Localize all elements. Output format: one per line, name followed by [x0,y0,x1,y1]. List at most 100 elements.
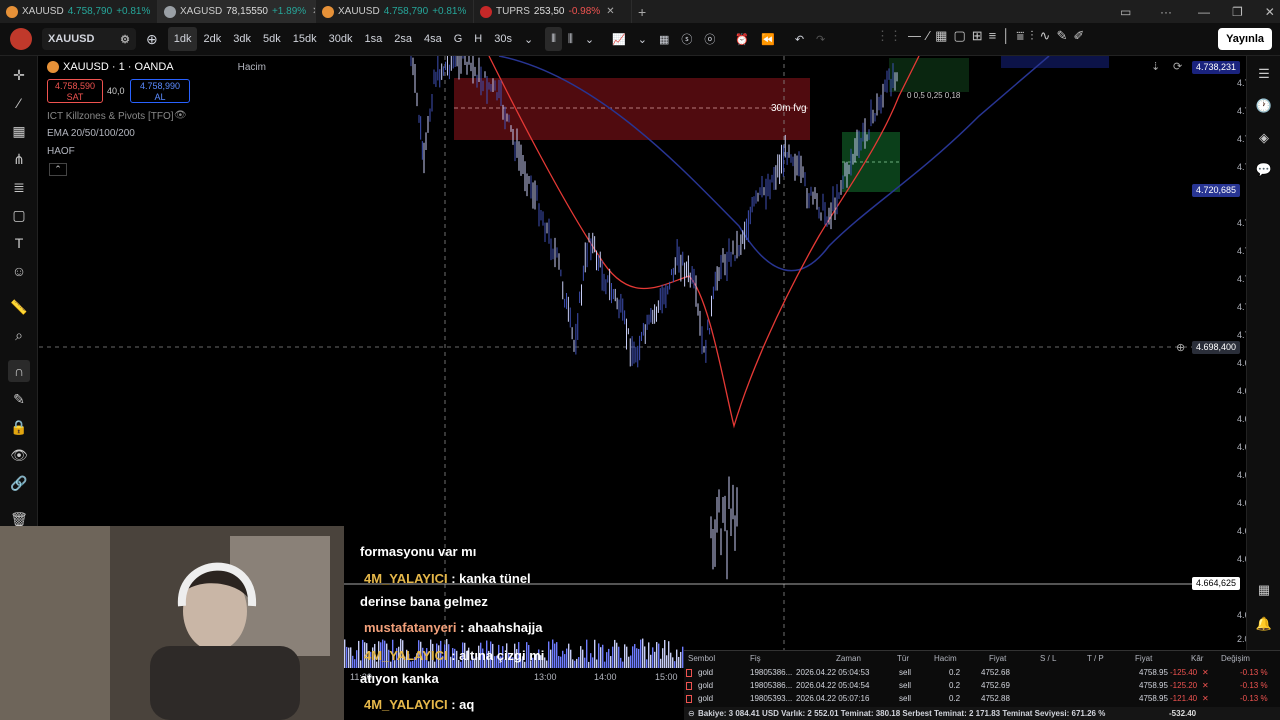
drag-handle-icon[interactable]: ⋮⋮ [876,28,902,44]
grid-icon[interactable]: ▦ [935,28,947,44]
undo-icon[interactable]: ↶ [789,27,810,51]
col-time[interactable]: Zaman [836,654,861,663]
interval-2dk[interactable]: 2dk [197,27,227,51]
lines-icon[interactable]: ≡ [989,28,997,44]
network-icon[interactable]: ⋔ [8,148,30,170]
refresh-icon[interactable]: ⟳ [1173,60,1182,73]
text-icon[interactable]: T [8,232,30,254]
calendar-icon[interactable]: ▦ [1255,582,1273,600]
indicator-ict[interactable]: ICT Killzones & Pivots [TFO] [47,111,174,122]
chart-title[interactable]: XAUUSD · 1 · OANDA [63,61,174,73]
brush-icon[interactable]: ✎ [1056,28,1067,44]
interval-g[interactable]: G [448,27,469,51]
maximize-icon[interactable]: ❐ [1232,5,1243,19]
close-position-icon[interactable]: ✕ [1202,694,1209,703]
interval-30dk[interactable]: 30dk [323,27,359,51]
candle-type-icon[interactable]: ⫴ [545,27,562,51]
layout-icon[interactable]: ▭ [1120,5,1140,19]
grid-icon[interactable]: ▦ [8,120,30,142]
fib-icon[interactable]: ≣ [8,176,30,198]
browser-tab[interactable]: XAUUSD 4.758,790 +0.81% ✕ [316,0,474,23]
more-icon[interactable]: ··· [1160,5,1172,19]
col-ticket[interactable]: Fiş [750,654,761,663]
emoji-icon[interactable]: ☺ [8,260,30,282]
chevron-down-icon[interactable]: ⌄ [579,27,600,51]
minimize-icon[interactable]: — [1198,5,1210,19]
col-tp[interactable]: T / P [1087,654,1104,663]
trend-line-icon[interactable]: ⁄ [8,92,30,114]
col-volume[interactable]: Hacim [934,654,957,663]
pitchfork-icon[interactable]: ⫶ [1030,28,1033,44]
download-icon[interactable]: ⇣ [1151,60,1160,73]
layers-icon[interactable]: ◈ [1255,130,1273,148]
interval-1dk[interactable]: 1dk [167,27,198,51]
col-price[interactable]: Fiyat [989,654,1006,663]
interval-5dk[interactable]: 5dk [257,27,287,51]
publish-button[interactable]: Yayınla [1218,28,1272,50]
interval-2sa[interactable]: 2sa [388,27,418,51]
o-icon[interactable]: ⓞ [698,27,721,51]
interval-4sa[interactable]: 4sa [418,27,448,51]
layout-grid-icon[interactable]: ▦ [653,27,675,51]
pen-icon[interactable]: ✐ [1073,28,1084,44]
interval-30s[interactable]: 30s [488,27,518,51]
collapse-legend-button[interactable]: ⌃ [49,163,67,176]
lock-icon[interactable]: 🔒 [8,416,30,438]
parallel-channel-icon[interactable]: ⩸ [1016,28,1024,44]
rectangle-icon[interactable]: ▢ [953,28,965,44]
zoom-icon[interactable]: ⌕ [8,324,30,346]
alert-icon[interactable]: ⏰ [729,27,755,51]
position-row[interactable]: gold 19805393... 2026.04.22 05:07:16 sel… [684,692,1280,705]
chat-icon[interactable]: 💬 [1255,162,1273,180]
browser-tab[interactable]: XAGUSD 78,15550 +1.89% ✕ [158,0,316,23]
close-icon[interactable]: ✕ [606,6,614,17]
col-current[interactable]: Fiyat [1135,654,1152,663]
symbol-search[interactable]: XAUUSD ⚙ [42,28,136,50]
replay-icon[interactable]: ⏪ [755,27,781,51]
interval-1sa[interactable]: 1sa [358,27,388,51]
avatar[interactable] [10,28,32,50]
buy-button[interactable]: 4.758,990 AL [130,79,190,103]
settings-icon[interactable]: ⚙ [120,33,130,46]
col-symbol[interactable]: Sembol [688,654,715,663]
magnet-icon[interactable]: ∩ [8,360,30,382]
crosshair-icon[interactable]: ✛ [8,64,30,86]
close-position-icon[interactable]: ✕ [1202,681,1209,690]
indicator-ema[interactable]: EMA 20/50/100/200 [47,128,135,139]
ruler-icon[interactable]: 📏 [8,296,30,318]
browser-tab[interactable]: XAUUSD 4.758,790 +0.81% ✕ [0,0,158,23]
trend-line-icon[interactable]: ⁄ [927,28,929,44]
position-row[interactable]: gold 19805386... 2026.04.22 05:04:53 sel… [684,666,1280,679]
bell-icon[interactable]: 🔔 [1255,616,1273,634]
vertical-line-icon[interactable]: │ [1002,28,1010,44]
chevron-down-icon[interactable]: ⌄ [632,27,653,51]
crosshair-add-icon[interactable]: ⊕ [1176,341,1185,354]
horizontal-line-icon[interactable]: — [908,28,921,44]
pencil-lock-icon[interactable]: ✎ [8,388,30,410]
interval-h[interactable]: H [468,27,488,51]
fvg-zone[interactable] [454,78,810,140]
sell-button[interactable]: 4.758,590 SAT [47,79,103,103]
interval-3dk[interactable]: 3dk [227,27,257,51]
link-icon[interactable]: 🔗 [8,472,30,494]
eye-icon[interactable]: 👁 [174,110,187,121]
col-type[interactable]: Tür [897,654,909,663]
add-symbol-icon[interactable]: ⊕ [140,27,164,51]
bar-type-icon[interactable]: ⫼ [562,27,579,51]
col-profit[interactable]: Kâr [1191,654,1203,663]
redo-icon[interactable]: ↷ [810,27,831,51]
s-icon[interactable]: ⓢ [675,27,698,51]
interval-15dk[interactable]: 15dk [287,27,323,51]
col-sl[interactable]: S / L [1040,654,1056,663]
browser-tab[interactable]: TUPRS 253,50 -0.98% ✕ [474,0,632,23]
wave-icon[interactable]: ∿ [1040,28,1051,44]
chevron-down-icon[interactable]: ⌄ [518,27,539,51]
new-tab-button[interactable]: + [632,0,652,23]
fib-icon[interactable]: ⊞ [972,28,983,44]
clock-icon[interactable]: 🕐 [1255,98,1273,116]
close-window-icon[interactable]: ✕ [1265,5,1275,19]
watchlist-icon[interactable]: ☰ [1255,66,1273,84]
indicator-haof[interactable]: HAOF [47,146,75,157]
position-row[interactable]: gold 19805386... 2026.04.22 05:04:54 sel… [684,679,1280,692]
eye-icon[interactable]: 👁 [8,444,30,466]
